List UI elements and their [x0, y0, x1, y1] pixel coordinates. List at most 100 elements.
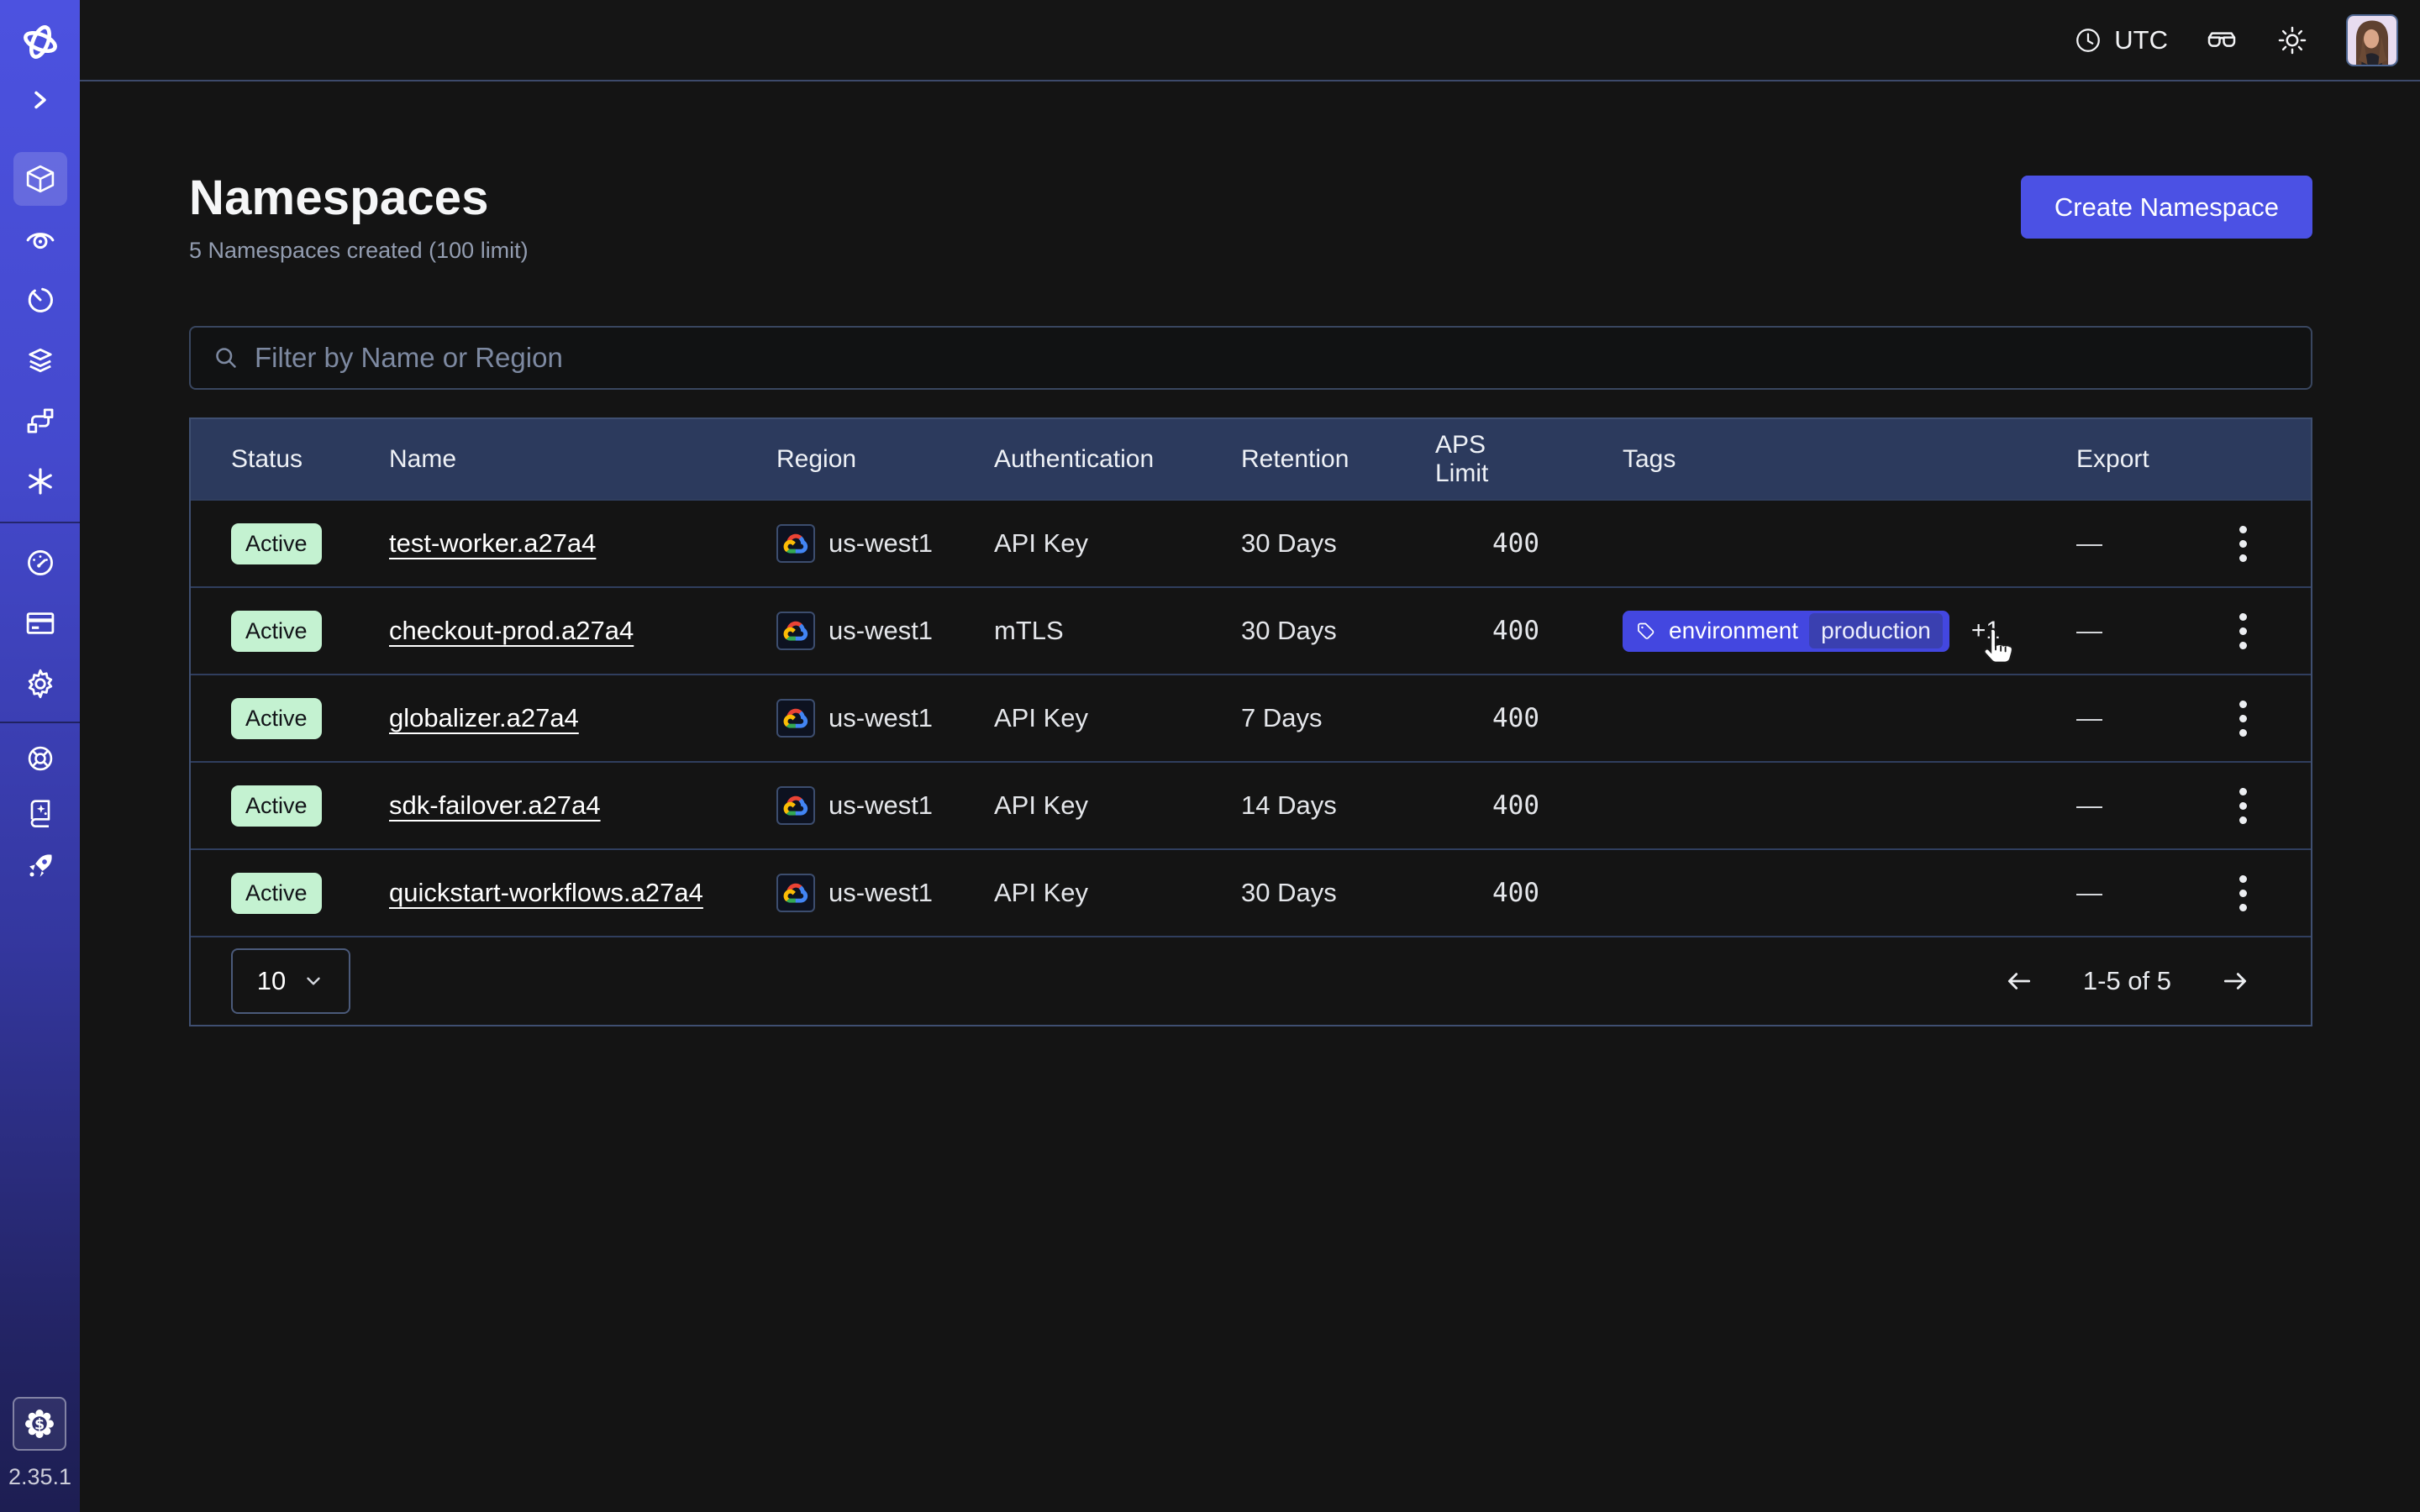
- sidebar-item-usage[interactable]: [0, 533, 80, 593]
- topbar: UTC: [80, 0, 2420, 81]
- table-row: Active sdk-failover.a27a4 us-west1 API K…: [191, 761, 2311, 848]
- gcp-region-icon: [776, 699, 815, 738]
- sun-icon: [2275, 24, 2309, 57]
- export-value: —: [2076, 790, 2102, 821]
- create-namespace-button[interactable]: Create Namespace: [2021, 176, 2312, 239]
- namespace-link[interactable]: sdk-failover.a27a4: [389, 790, 601, 820]
- theme-toggle[interactable]: [2275, 24, 2309, 57]
- eye-swirl-icon: [23, 222, 58, 257]
- asterisk-icon: [23, 464, 58, 499]
- gauge-icon: [23, 545, 58, 580]
- page-size-select[interactable]: 10: [231, 948, 350, 1014]
- row-menu-button[interactable]: [2234, 696, 2252, 742]
- region-label: us-west1: [829, 878, 933, 908]
- timezone-label: UTC: [2114, 25, 2168, 55]
- sidebar-item-deployments[interactable]: [0, 330, 80, 391]
- aps-limit-value: 400: [1492, 703, 1539, 733]
- retention-value: 14 Days: [1241, 790, 1435, 821]
- sidebar-divider: [0, 522, 80, 523]
- pricing-button[interactable]: $: [13, 1397, 66, 1451]
- namespace-link[interactable]: test-worker.a27a4: [389, 528, 596, 558]
- clock-icon: [2073, 25, 2103, 55]
- aps-limit-value: 400: [1492, 790, 1539, 821]
- export-value: —: [2076, 528, 2102, 559]
- sidebar-expand-button[interactable]: [0, 71, 80, 129]
- page-size-value: 10: [257, 966, 286, 996]
- export-value: —: [2076, 703, 2102, 733]
- namespace-link[interactable]: globalizer.a27a4: [389, 703, 579, 732]
- table-header: Status Name Region Authentication Retent…: [191, 419, 2311, 499]
- search-icon: [211, 343, 241, 373]
- life-ring-icon: [24, 742, 57, 775]
- status-badge: Active: [231, 523, 322, 564]
- timer-icon: [23, 282, 58, 318]
- book-sparkles-icon: [24, 795, 57, 829]
- table-row: Active test-worker.a27a4 us-west1 API Ke…: [191, 499, 2311, 586]
- auth-method: API Key: [994, 703, 1241, 733]
- retention-value: 30 Days: [1241, 878, 1435, 908]
- table-row: Active checkout-prod.a27a4 us-west1 mTLS…: [191, 586, 2311, 674]
- glasses-icon: [2205, 24, 2238, 57]
- retention-value: 30 Days: [1241, 616, 1435, 646]
- filter-bar: [189, 326, 2312, 390]
- row-menu-button[interactable]: [2234, 870, 2252, 916]
- row-menu-button[interactable]: [2234, 521, 2252, 567]
- gear-icon: [23, 666, 58, 701]
- arrow-right-icon: [2218, 964, 2252, 998]
- sidebar-item-observability[interactable]: [0, 209, 80, 270]
- column-authentication: Authentication: [994, 445, 1241, 474]
- credit-card-icon: [23, 606, 58, 641]
- sidebar-item-namespaces[interactable]: [0, 149, 80, 209]
- column-name: Name: [389, 445, 776, 474]
- tag-value: production: [1809, 613, 1943, 648]
- tag-badge[interactable]: environment production: [1623, 611, 1949, 652]
- row-menu-button[interactable]: [2234, 608, 2252, 654]
- region-label: us-west1: [829, 790, 933, 821]
- sidebar-divider: [0, 722, 80, 723]
- column-export: Export: [1993, 445, 2311, 474]
- dollar-badge-icon: $: [21, 1405, 58, 1442]
- region-label: us-west1: [829, 528, 933, 559]
- chevron-down-icon: [302, 970, 324, 992]
- aps-limit-value: 400: [1492, 528, 1539, 559]
- sidebar-item-batch[interactable]: [0, 451, 80, 512]
- column-status: Status: [231, 445, 389, 474]
- previous-page-button[interactable]: [2002, 964, 2036, 998]
- column-retention: Retention: [1241, 445, 1435, 474]
- namespace-link[interactable]: checkout-prod.a27a4: [389, 616, 634, 645]
- tags-cell: environment production +1: [1539, 611, 1993, 652]
- auth-method: API Key: [994, 878, 1241, 908]
- table-footer: 10 1-5 of 5: [191, 936, 2311, 1025]
- column-region: Region: [776, 445, 994, 474]
- sidebar-bottom: $ 2.35.1: [8, 1397, 71, 1512]
- gcp-region-icon: [776, 786, 815, 825]
- svg-text:$: $: [34, 1416, 45, 1433]
- sidebar-item-settings[interactable]: [0, 654, 80, 714]
- next-page-button[interactable]: [2218, 964, 2252, 998]
- sidebar-item-billing[interactable]: [0, 593, 80, 654]
- gcp-region-icon: [776, 612, 815, 650]
- status-badge: Active: [231, 785, 322, 827]
- region-label: us-west1: [829, 703, 933, 733]
- user-avatar[interactable]: [2346, 14, 2398, 66]
- sidebar-item-docs[interactable]: [0, 785, 80, 839]
- layers-icon: [23, 343, 58, 378]
- namespaces-table: Status Name Region Authentication Retent…: [189, 417, 2312, 1026]
- namespace-link[interactable]: quickstart-workflows.a27a4: [389, 878, 703, 907]
- row-menu-button[interactable]: [2234, 783, 2252, 829]
- status-badge: Active: [231, 873, 322, 914]
- temporal-logo[interactable]: [0, 13, 80, 71]
- sidebar-item-schedules[interactable]: [0, 270, 80, 330]
- arrow-left-icon: [2002, 964, 2036, 998]
- sidebar-item-support[interactable]: [0, 732, 80, 785]
- namespace-count: 5 Namespaces created (100 limit): [189, 238, 529, 264]
- auth-method: API Key: [994, 528, 1241, 559]
- timezone-selector[interactable]: UTC: [2073, 25, 2168, 55]
- sidebar-item-nexus[interactable]: [0, 391, 80, 451]
- sidebar-item-getting-started[interactable]: [0, 839, 80, 893]
- labs-toggle[interactable]: [2205, 24, 2238, 57]
- cube-icon: [23, 161, 58, 197]
- workflow-branch-icon: [23, 403, 58, 438]
- auth-method: mTLS: [994, 616, 1241, 646]
- filter-input[interactable]: [255, 342, 2291, 374]
